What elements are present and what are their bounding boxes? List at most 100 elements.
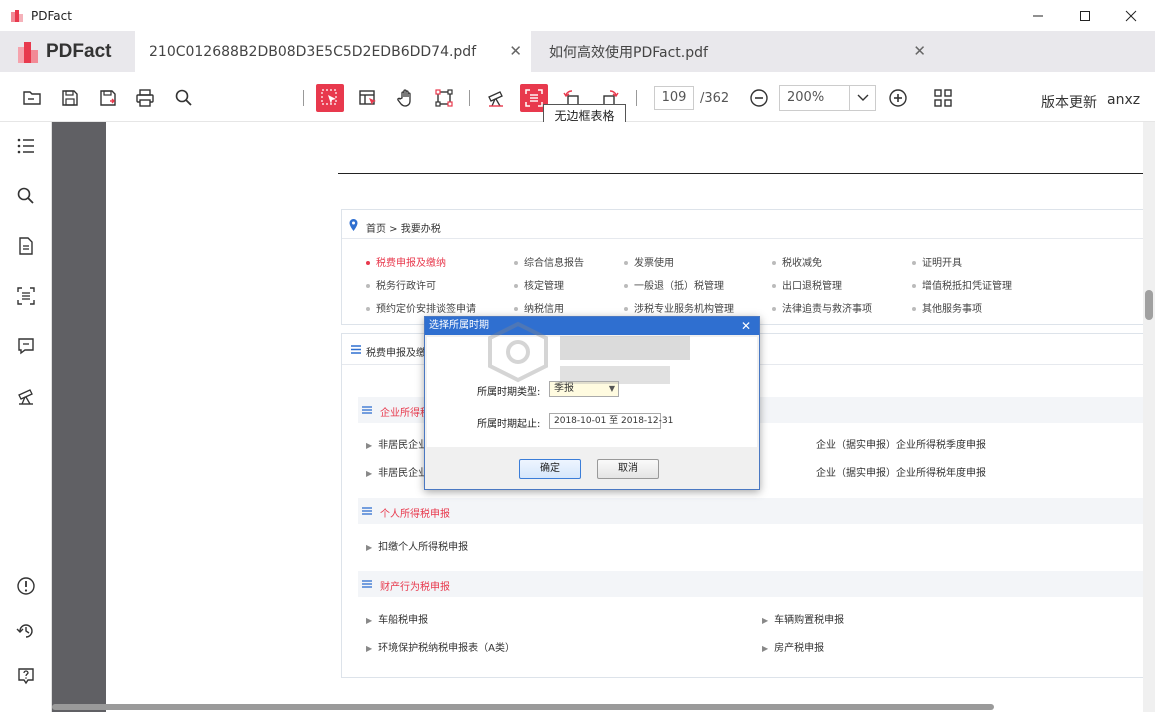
service-item[interactable]: 一般退（抵）税管理: [624, 277, 724, 292]
watermark-logo-icon: [488, 321, 690, 384]
ocr-telescope-button[interactable]: [482, 84, 510, 112]
maximize-button[interactable]: [1062, 0, 1108, 31]
hand-tool-button[interactable]: [392, 84, 420, 112]
select-tool-button[interactable]: [316, 84, 344, 112]
tab-document-2[interactable]: 如何高效使用PDFact.pdf ✕: [535, 31, 935, 72]
crop-region-icon: [435, 89, 453, 107]
menu-lines-icon: [362, 507, 372, 515]
tab-bar: PDFact 210C012688B2DB08D3E5C5D2EDB6DD74.…: [0, 31, 1155, 72]
document-icon: [19, 237, 33, 255]
telescope-icon: [18, 389, 33, 405]
tables-button[interactable]: [14, 284, 38, 308]
cancel-button[interactable]: 取消: [597, 459, 659, 479]
close-icon[interactable]: ✕: [741, 317, 751, 335]
alert-circle-icon: [17, 577, 35, 595]
save-icon: [62, 90, 78, 106]
zoom-out-button[interactable]: [745, 84, 773, 112]
menu-lines-icon: [351, 345, 361, 354]
page-number-input[interactable]: 109: [654, 86, 694, 110]
thumbnail-view-button[interactable]: [929, 84, 957, 112]
service-item[interactable]: 纳税信用: [514, 300, 564, 315]
service-item[interactable]: 其他服务事项: [912, 300, 982, 315]
menu-lines-icon: [362, 406, 372, 414]
breadcrumb: 首页 > 我要办税: [366, 224, 441, 235]
cursor-select-icon: [321, 89, 337, 105]
horizontal-scrollbar[interactable]: [52, 702, 1143, 712]
sub-item[interactable]: ▶ 车辆购置税申报: [762, 611, 844, 626]
search-icon: [17, 187, 34, 204]
sub-item[interactable]: 企业（据实申报）企业所得税年度申报: [816, 464, 986, 479]
service-item[interactable]: 涉税专业服务机构管理: [624, 300, 734, 315]
table-frame-icon: [17, 287, 35, 305]
user-account[interactable]: anxz: [1107, 92, 1140, 108]
minimize-icon: [1033, 15, 1043, 16]
service-item[interactable]: 发票使用: [624, 254, 674, 269]
brand-logo: PDFact: [16, 39, 111, 65]
menu-lines-icon: [362, 580, 372, 588]
sub-item[interactable]: ▶ 车船税申报: [366, 611, 428, 626]
period-range-label: 所属时期起止:: [477, 419, 541, 430]
service-item[interactable]: 税费申报及缴纳: [366, 254, 446, 269]
service-item[interactable]: 出口退税管理: [772, 277, 842, 292]
sub-item[interactable]: ▶ 环境保护税纳税申报表（A类）: [366, 639, 515, 654]
vertical-scrollbar[interactable]: [1143, 122, 1155, 712]
ocr-sidebar-button[interactable]: [14, 384, 38, 408]
tab-document-1[interactable]: 210C012688B2DB08D3E5C5D2EDB6DD74.pdf ✕: [135, 31, 531, 72]
history-button[interactable]: [14, 619, 38, 643]
service-item[interactable]: 综合信息报告: [514, 254, 584, 269]
grid-icon: [934, 89, 952, 107]
pages-button[interactable]: [14, 234, 38, 258]
comment-icon: [18, 338, 34, 355]
region-select-button[interactable]: [430, 84, 458, 112]
save-as-button[interactable]: [94, 84, 122, 112]
sub-item[interactable]: ▶ 房产税申报: [762, 639, 824, 654]
open-file-button[interactable]: [18, 84, 46, 112]
comments-button[interactable]: [14, 334, 38, 358]
tab-close-icon[interactable]: ✕: [913, 43, 926, 59]
tab-close-icon[interactable]: ✕: [509, 43, 522, 59]
zoom-out-icon: [750, 89, 768, 107]
info-button[interactable]: [14, 574, 38, 598]
version-update-link[interactable]: 版本更新: [1041, 92, 1097, 112]
service-item[interactable]: 增值税抵扣凭证管理: [912, 277, 1012, 292]
page-total: /362: [700, 91, 730, 106]
help-button[interactable]: [14, 664, 38, 688]
service-item[interactable]: 法律追责与救济事项: [772, 300, 872, 315]
service-item[interactable]: 核定管理: [514, 277, 564, 292]
service-item[interactable]: 税务行政许可: [366, 277, 436, 292]
page-rule: [338, 173, 1143, 174]
table-select-button[interactable]: [354, 84, 382, 112]
search-button[interactable]: [170, 84, 198, 112]
maximize-icon: [1080, 10, 1090, 21]
telescope-icon: [488, 91, 503, 107]
sub-item[interactable]: 企业（据实申报）企业所得税季度申报: [816, 436, 986, 451]
outline-button[interactable]: [14, 134, 38, 158]
period-range-input[interactable]: 2018-10-01 至 2018-12-31: [549, 413, 673, 429]
hand-icon: [397, 89, 411, 107]
minimize-button[interactable]: [1015, 0, 1061, 31]
search-icon: [175, 89, 192, 106]
chevron-down-icon[interactable]: [849, 86, 875, 110]
scroll-thumb[interactable]: [52, 704, 994, 710]
ok-button[interactable]: 确定: [519, 459, 581, 479]
sidebar-search-button[interactable]: [14, 184, 38, 208]
service-item[interactable]: 预约定价安排谈签申请: [366, 300, 476, 315]
folder-icon: [23, 91, 41, 105]
zoom-select[interactable]: 200%: [779, 85, 876, 111]
close-icon: [1125, 10, 1137, 21]
group-header-property: 财产行为税申报: [358, 571, 1143, 597]
group-title: 财产行为税申报: [380, 582, 450, 593]
location-pin-icon: [349, 219, 358, 231]
scroll-thumb[interactable]: [1145, 290, 1153, 320]
title-bar: PDFact: [0, 0, 1155, 31]
print-button[interactable]: [131, 84, 159, 112]
service-item[interactable]: 证明开具: [912, 254, 962, 269]
sub-item[interactable]: ▶ 扣缴个人所得税申报: [366, 538, 468, 553]
left-sidebar: [0, 122, 52, 712]
service-panel: 首页 > 我要办税 税费申报及缴纳 综合信息报告 发票使用 税收减免 证明开具 …: [341, 209, 1143, 325]
save-button[interactable]: [56, 84, 84, 112]
close-window-button[interactable]: [1108, 0, 1154, 31]
logo-text: PDFact: [46, 41, 112, 62]
service-item[interactable]: 税收减免: [772, 254, 822, 269]
zoom-in-button[interactable]: [884, 84, 912, 112]
